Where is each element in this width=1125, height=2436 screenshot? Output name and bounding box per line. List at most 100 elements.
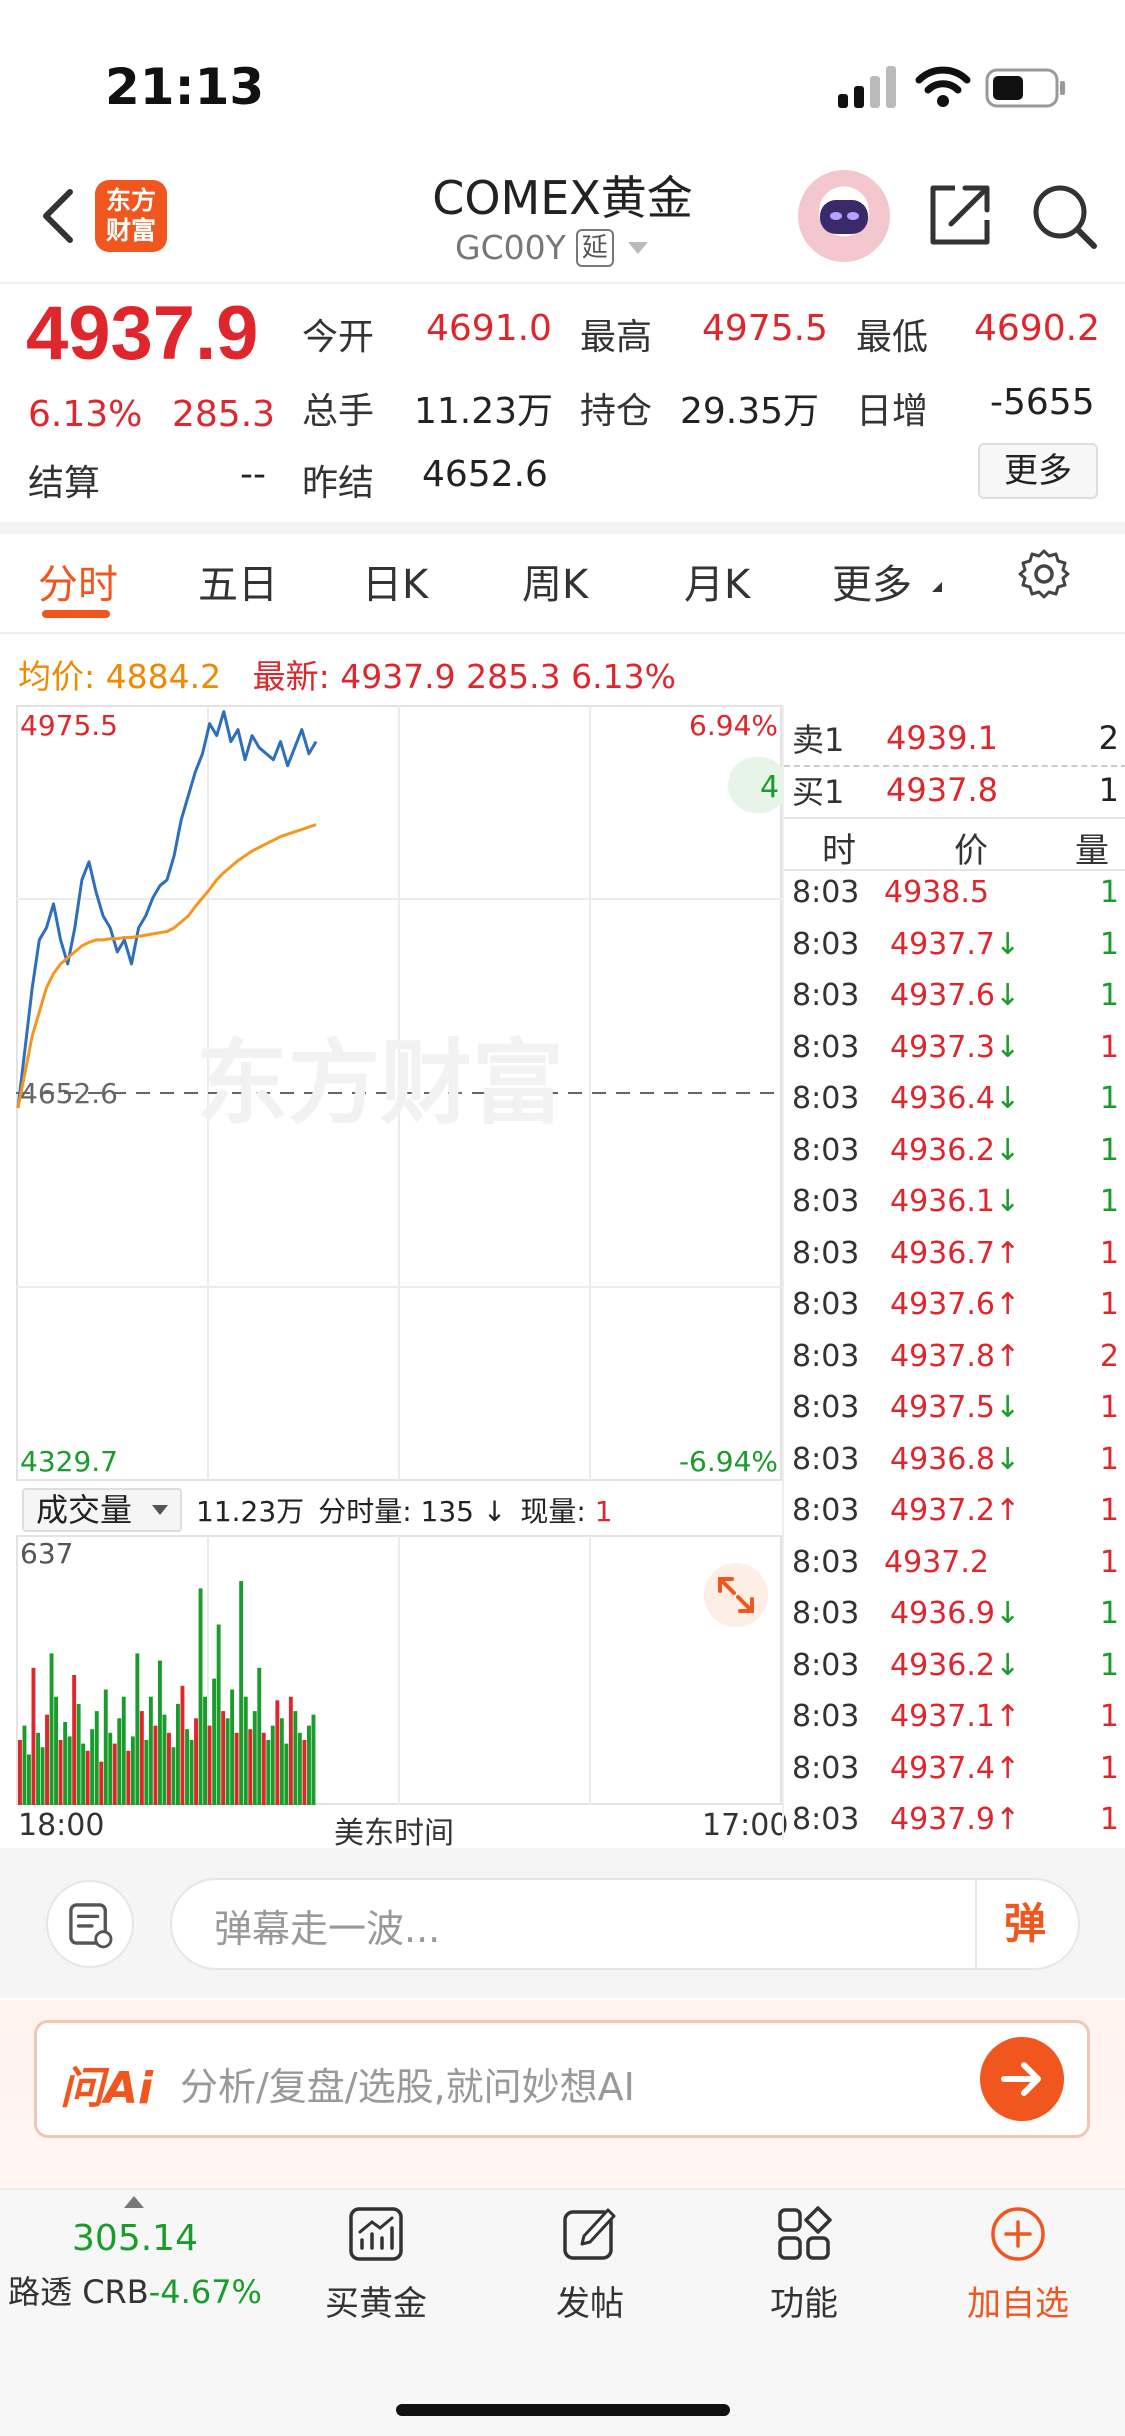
tick-row: 8:03 4937.2 1: [784, 1545, 1125, 1596]
tick-price: 4937.2↑: [890, 1493, 1021, 1528]
contract-selector[interactable]: GC00Y 延: [455, 228, 648, 267]
volume-indicator-select[interactable]: 成交量: [22, 1488, 183, 1532]
tick-time: 8:03: [792, 875, 860, 910]
search-icon[interactable]: [1030, 182, 1100, 252]
tick-price: 4936.4↓: [890, 1081, 1021, 1116]
header-divider: [0, 282, 1125, 284]
crb-change: -4.67%: [148, 2273, 262, 2311]
tick-row: 8:03 4937.9↑ 1: [784, 1802, 1125, 1853]
active-tab-indicator: [42, 610, 110, 618]
volume-bar: [194, 1718, 198, 1805]
x-axis-end: 17:00: [702, 1808, 789, 1843]
high-label: 最高: [580, 317, 653, 358]
volume-bar: [72, 1675, 77, 1805]
ai-submit-button[interactable]: [980, 2037, 1064, 2121]
volume-max-label: 637: [20, 1537, 73, 1570]
section-divider: [0, 522, 1125, 534]
tick-row: 8:03 4937.6↓ 1: [784, 978, 1125, 1029]
volume-bar: [31, 1667, 36, 1805]
share-icon[interactable]: [925, 180, 995, 250]
price-info-line: 均价: 4884.2 最新: 4937.9 285.3 6.13%: [18, 650, 676, 698]
tick-price: 4937.9↑: [890, 1802, 1021, 1837]
volume-bar: [148, 1696, 153, 1805]
y-max-label: 4975.5: [20, 709, 118, 742]
down-arrow-icon: ↓: [994, 1132, 1021, 1168]
assistant-robot-icon[interactable]: [798, 170, 890, 262]
nav-post[interactable]: 发帖: [490, 2200, 690, 2325]
tick-qty: 2: [1099, 1338, 1119, 1374]
volume-bar: [293, 1711, 298, 1805]
volume-bar: [311, 1714, 316, 1805]
nav-post-label: 发帖: [556, 2284, 624, 2324]
y-min-label: 4329.7: [20, 1445, 118, 1478]
tab-five-day[interactable]: 五日: [198, 552, 278, 610]
tick-time: 8:03: [792, 1441, 860, 1477]
crb-index[interactable]: 305.14 路透 CRB-4.67%: [0, 2218, 270, 2313]
intraday-price-chart[interactable]: 东方财富 4975.5 4652.6 4329.7 6.94% -6.94% 4: [16, 705, 782, 1481]
volume-bar: [297, 1732, 302, 1805]
volume-bar: [54, 1696, 58, 1805]
danmaku-settings-icon[interactable]: [46, 1880, 134, 1968]
tab-more[interactable]: 更多: [832, 552, 912, 610]
wifi-icon: [915, 66, 971, 107]
tick-row: 8:03 4937.1↑ 1: [784, 1699, 1125, 1750]
tab-daily-k[interactable]: 日K: [362, 552, 428, 610]
tick-qty: 1: [1099, 1081, 1119, 1116]
crb-value: 305.14: [72, 2218, 198, 2259]
volume-bar: [307, 1725, 311, 1805]
volume-bar: [130, 1736, 135, 1805]
tick-price: 4936.7↑: [890, 1235, 1021, 1271]
volume-bar: [22, 1725, 27, 1805]
volume-bar: [27, 1754, 31, 1805]
down-arrow-icon: ↓: [994, 1441, 1021, 1477]
volume-bar: [275, 1700, 280, 1805]
volume-bar: [58, 1740, 63, 1805]
tick-panel[interactable]: 卖1 4939.1 2 买1 4937.8 1 时 价 量 8:03 4938.5…: [782, 705, 1125, 1840]
crb-label: 路透 CRB: [8, 2273, 149, 2311]
expand-chart-button[interactable]: [704, 1563, 768, 1627]
volume-bar: [90, 1729, 95, 1805]
open-interest-value: 29.35万: [680, 391, 820, 432]
nav-functions[interactable]: 功能: [704, 2200, 904, 2325]
volume-bar: [284, 1743, 289, 1805]
volume-indicator-label: 成交量: [36, 1491, 133, 1529]
tick-time: 8:03: [792, 1750, 860, 1786]
volume-bar: [257, 1667, 262, 1805]
edit-icon: [563, 2208, 616, 2260]
pct-max-label: 6.94%: [689, 709, 778, 742]
volume-header: 成交量 11.23万 分时量: 135 ↓ 现量: 1: [22, 1488, 613, 1532]
tab-monthly-k[interactable]: 月K: [684, 552, 750, 610]
current-volume-value: 1: [594, 1495, 613, 1528]
up-arrow-icon: ↑: [994, 1338, 1021, 1374]
x-axis-start: 18:00: [18, 1808, 105, 1843]
low-label: 最低: [856, 317, 929, 358]
tick-price: 4937.6↓: [890, 978, 1021, 1013]
tick-time: 8:03: [792, 1081, 860, 1116]
delay-badge: 延: [575, 228, 614, 267]
tick-row: 8:03 4936.2↓ 1: [784, 1648, 1125, 1699]
tabs-divider: [0, 632, 1125, 634]
more-details-button[interactable]: 更多: [978, 443, 1098, 499]
y-mid-label: 4652.6: [20, 1077, 118, 1110]
tab-intraday[interactable]: 分时: [38, 552, 118, 610]
volume-bar: [171, 1747, 176, 1805]
volume-chart[interactable]: 637: [16, 1535, 782, 1805]
volume-bar: [103, 1689, 108, 1805]
gear-icon[interactable]: [1018, 548, 1070, 600]
tick-price: 4937.1↑: [890, 1699, 1021, 1734]
danmaku-toggle-button[interactable]: 弹: [975, 1880, 1073, 1968]
nav-buy-gold[interactable]: 买黄金: [276, 2200, 476, 2325]
tab-weekly-k[interactable]: 周K: [522, 552, 588, 610]
tick-qty: 1: [1099, 1699, 1119, 1734]
tick-row: 8:03 4937.8↑ 2: [784, 1339, 1125, 1390]
nav-add-watchlist[interactable]: 加自选: [918, 2200, 1118, 2325]
open-value: 4691.0: [426, 308, 552, 349]
volume-bar: [94, 1711, 99, 1805]
nav-add-watchlist-label: 加自选: [967, 2284, 1069, 2324]
caret-icon: [932, 582, 942, 592]
tick-time: 8:03: [792, 1596, 860, 1631]
daily-increase-value: -5655: [990, 382, 1095, 423]
volume-bar: [153, 1725, 158, 1805]
tick-row: 8:03 4936.1↓ 1: [784, 1184, 1125, 1235]
avg-price-value: 4884.2: [105, 657, 222, 696]
